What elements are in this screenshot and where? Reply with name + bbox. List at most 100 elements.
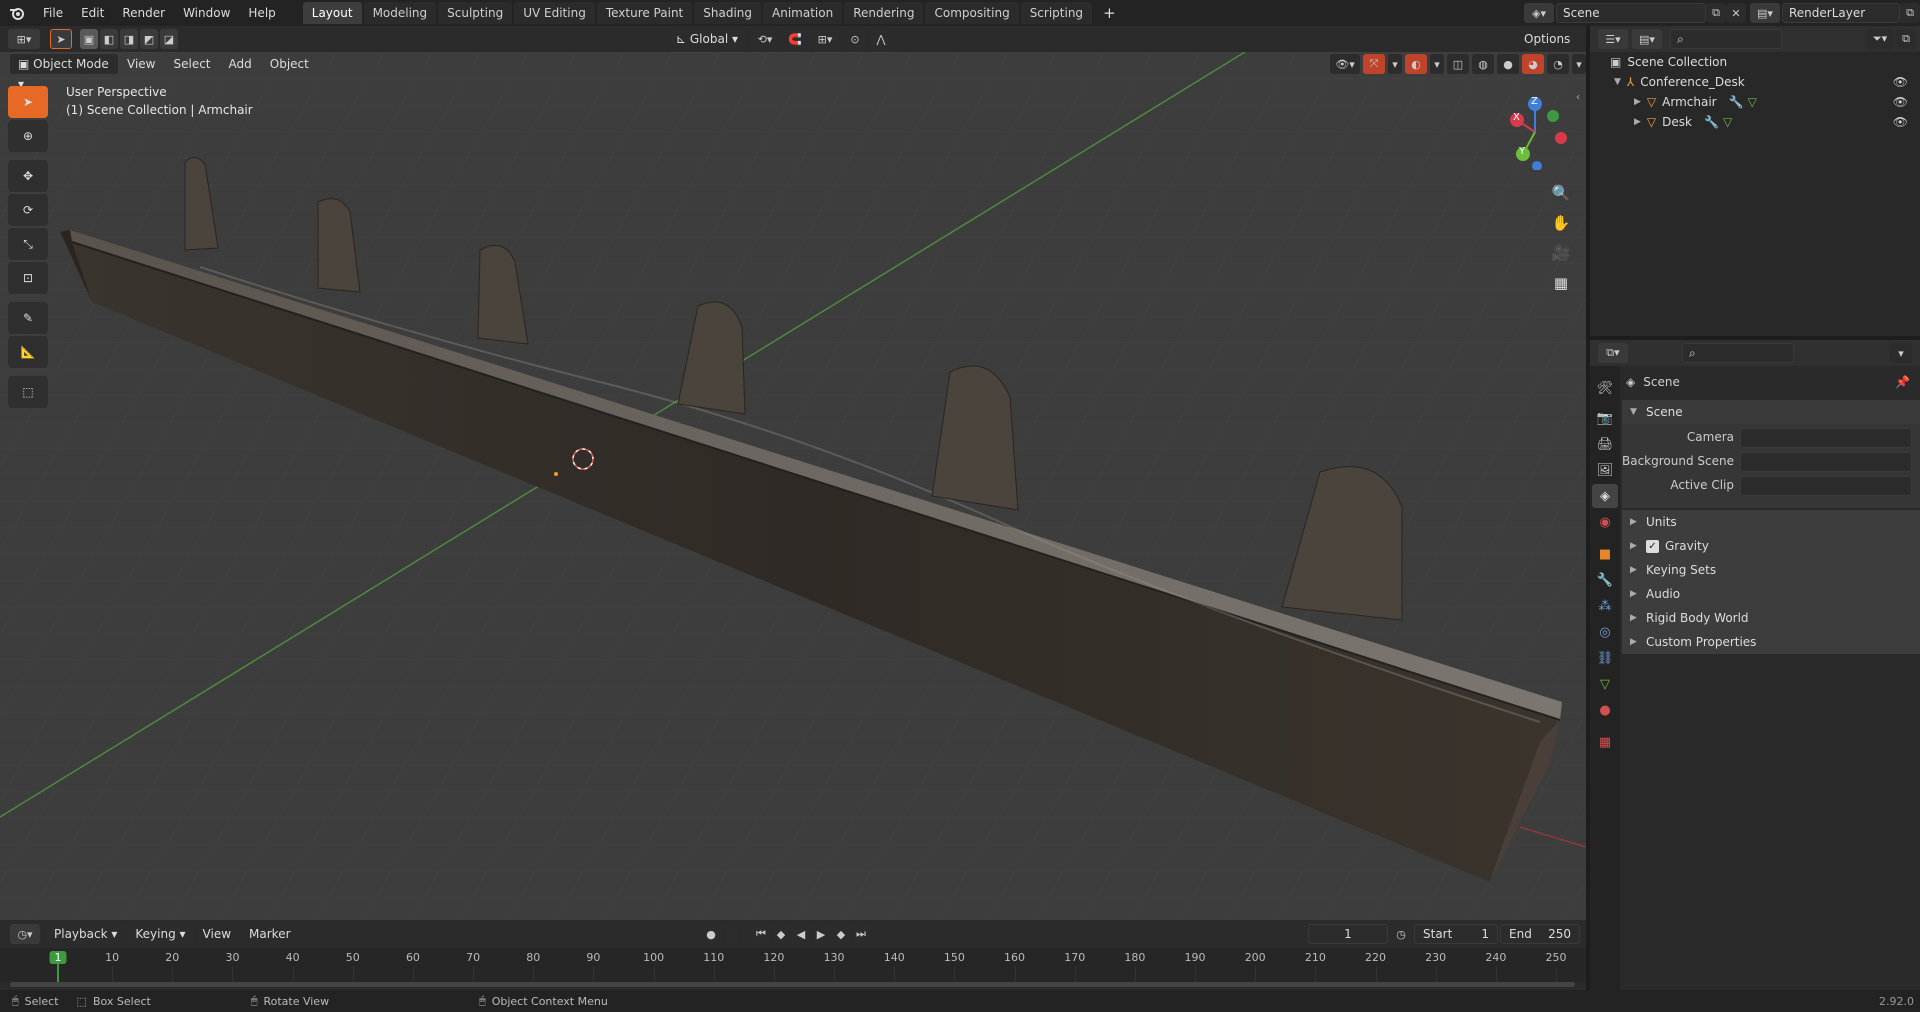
object-tab-icon[interactable]: ■: [1592, 542, 1618, 566]
shading-rendered-icon[interactable]: ◔: [1547, 54, 1569, 74]
playhead-line[interactable]: [57, 964, 59, 982]
physics-tab-icon[interactable]: ◎: [1592, 620, 1618, 644]
overlays-toggle-icon[interactable]: ◐: [1405, 54, 1427, 74]
snap-target-icon[interactable]: ⊞▾: [810, 29, 840, 49]
tab-texture-paint[interactable]: Texture Paint: [596, 2, 693, 24]
zoom-icon[interactable]: 🔍: [1546, 178, 1576, 208]
expand-arrow-icon[interactable]: ▶: [1634, 92, 1641, 112]
outliner-armchair[interactable]: ▶ ▽ Armchair 🔧 ▽ 👁: [1634, 92, 1914, 112]
end-frame-field[interactable]: End 250: [1500, 924, 1580, 944]
shading-solid-icon[interactable]: ●: [1497, 54, 1519, 74]
playback-dropdown[interactable]: Playback ▾: [46, 924, 126, 944]
mesh-data-icon[interactable]: ▽: [1723, 112, 1732, 132]
new-collection-icon[interactable]: ⧉: [1896, 29, 1916, 49]
tab-layout[interactable]: Layout: [302, 2, 362, 24]
keying-sets-panel[interactable]: ▶ Keying Sets: [1622, 558, 1920, 582]
jump-start-icon[interactable]: ⏮: [752, 924, 770, 944]
measure-icon[interactable]: 📐: [8, 336, 48, 368]
texture-tab-icon[interactable]: ▦: [1592, 730, 1618, 754]
add-workspace-button[interactable]: +: [1094, 0, 1125, 26]
add-cube-icon[interactable]: ⬚: [8, 376, 48, 408]
transform-orientation-dropdown[interactable]: ⊾ Global ▾: [668, 29, 746, 49]
rigid-body-world-panel[interactable]: ▶ Rigid Body World: [1622, 606, 1920, 630]
render-tab-icon[interactable]: 📷: [1592, 406, 1618, 430]
tab-modeling[interactable]: Modeling: [363, 2, 437, 24]
scene-name-field[interactable]: Scene: [1556, 3, 1706, 23]
navigation-gizmo[interactable]: Z X Y: [1495, 90, 1575, 171]
tab-uv-editing[interactable]: UV Editing: [514, 2, 595, 24]
expand-arrow-icon[interactable]: ▼: [1614, 72, 1621, 92]
shading-dropdown-icon[interactable]: ▾: [1572, 54, 1586, 74]
new-scene-icon[interactable]: ⧉: [1706, 3, 1726, 23]
editor-type-icon[interactable]: ⊞▾: [8, 29, 40, 49]
audio-panel[interactable]: ▶ Audio: [1622, 582, 1920, 606]
current-frame-field[interactable]: 1: [1308, 924, 1388, 944]
expand-arrow-icon[interactable]: ▶: [1634, 112, 1641, 132]
select-box-icon[interactable]: ➤: [8, 86, 48, 118]
visibility-eye-icon[interactable]: 👁: [1893, 72, 1908, 92]
modifier-wrench-icon[interactable]: 🔧: [1704, 112, 1719, 132]
shading-material-icon[interactable]: ◕: [1522, 54, 1544, 74]
transform-icon[interactable]: ⊡: [8, 262, 48, 294]
viewport-scene[interactable]: [0, 52, 1586, 920]
xray-icon[interactable]: ◫: [1447, 54, 1469, 74]
delete-scene-icon[interactable]: ✕: [1726, 3, 1746, 23]
gizmo-dropdown-icon[interactable]: ▾: [1388, 54, 1402, 74]
object-menu[interactable]: Object: [261, 52, 318, 76]
scene-selector-icon[interactable]: ◈▾: [1524, 3, 1554, 23]
timeline-editor-type-icon[interactable]: ◷▾: [10, 924, 40, 944]
perspective-toggle-icon[interactable]: ▦: [1546, 268, 1576, 298]
rotate-icon[interactable]: ⟳: [8, 194, 48, 226]
next-keyframe-icon[interactable]: ◆: [832, 924, 850, 944]
select-new-icon[interactable]: ▣: [80, 29, 98, 49]
visibility-icon[interactable]: 👁▾: [1330, 54, 1360, 74]
visibility-eye-icon[interactable]: 👁: [1893, 112, 1908, 132]
outliner-editor-type-icon[interactable]: ☰▾: [1598, 29, 1628, 49]
select-invert-icon[interactable]: ◩: [140, 29, 158, 49]
select-intersect-icon[interactable]: ◪: [160, 29, 178, 49]
camera-field[interactable]: [1740, 428, 1912, 448]
snap-icon[interactable]: 🧲: [784, 29, 806, 49]
scene-tab-icon[interactable]: ◈: [1592, 484, 1618, 508]
tab-rendering[interactable]: Rendering: [844, 2, 924, 24]
menu-file[interactable]: File: [34, 0, 72, 26]
tab-shading[interactable]: Shading: [694, 2, 761, 24]
proportional-edit-icon[interactable]: ⊙: [844, 29, 866, 49]
outliner-search-input[interactable]: ⌕: [1670, 29, 1782, 49]
sidebar-toggle-icon[interactable]: ‹: [1576, 92, 1580, 103]
mode-dropdown[interactable]: ▣ Object Mode ▾: [10, 54, 118, 91]
properties-options-icon[interactable]: ▾: [1890, 343, 1912, 363]
preview-range-icon[interactable]: ◷: [1390, 924, 1412, 944]
display-mode-icon[interactable]: ▤▾: [1632, 29, 1662, 49]
menu-help[interactable]: Help: [239, 0, 284, 26]
menu-render[interactable]: Render: [113, 0, 174, 26]
modifier-wrench-icon[interactable]: 🔧: [1729, 92, 1744, 112]
scene-panel-header[interactable]: ▼ Scene: [1622, 400, 1920, 424]
custom-properties-panel[interactable]: ▶ Custom Properties: [1622, 630, 1920, 654]
properties-editor-type-icon[interactable]: ⧉▾: [1598, 343, 1628, 363]
select-subtract-icon[interactable]: ◨: [120, 29, 138, 49]
material-tab-icon[interactable]: ●: [1592, 698, 1618, 722]
view-menu[interactable]: View: [118, 52, 164, 76]
tab-compositing[interactable]: Compositing: [925, 2, 1019, 24]
proportional-falloff-icon[interactable]: ⋀: [870, 29, 892, 49]
pivot-point-icon[interactable]: ⟲▾: [750, 29, 780, 49]
options-dropdown[interactable]: Options ▾: [1516, 29, 1586, 66]
units-panel[interactable]: ▶ Units: [1622, 510, 1920, 534]
constraints-tab-icon[interactable]: ⛓: [1592, 646, 1618, 670]
modifier-tab-icon[interactable]: 🔧: [1592, 568, 1618, 592]
mesh-data-icon[interactable]: ▽: [1748, 92, 1757, 112]
new-view-layer-icon[interactable]: ⧉: [1900, 3, 1920, 23]
view-layer-field[interactable]: RenderLayer: [1782, 3, 1900, 23]
properties-search-input[interactable]: ⌕: [1682, 343, 1794, 363]
keying-dropdown[interactable]: Keying ▾: [127, 924, 194, 944]
visibility-eye-icon[interactable]: 👁: [1893, 92, 1908, 112]
cursor-icon[interactable]: ⊕: [8, 120, 48, 152]
select-menu[interactable]: Select: [164, 52, 219, 76]
start-frame-field[interactable]: Start 1: [1414, 924, 1498, 944]
filter-icon[interactable]: ⏷▾: [1865, 29, 1895, 49]
select-extend-icon[interactable]: ◧: [100, 29, 118, 49]
move-icon[interactable]: ✥: [8, 160, 48, 192]
tab-animation[interactable]: Animation: [763, 2, 843, 24]
select-tool-icon[interactable]: ➤: [50, 29, 72, 49]
